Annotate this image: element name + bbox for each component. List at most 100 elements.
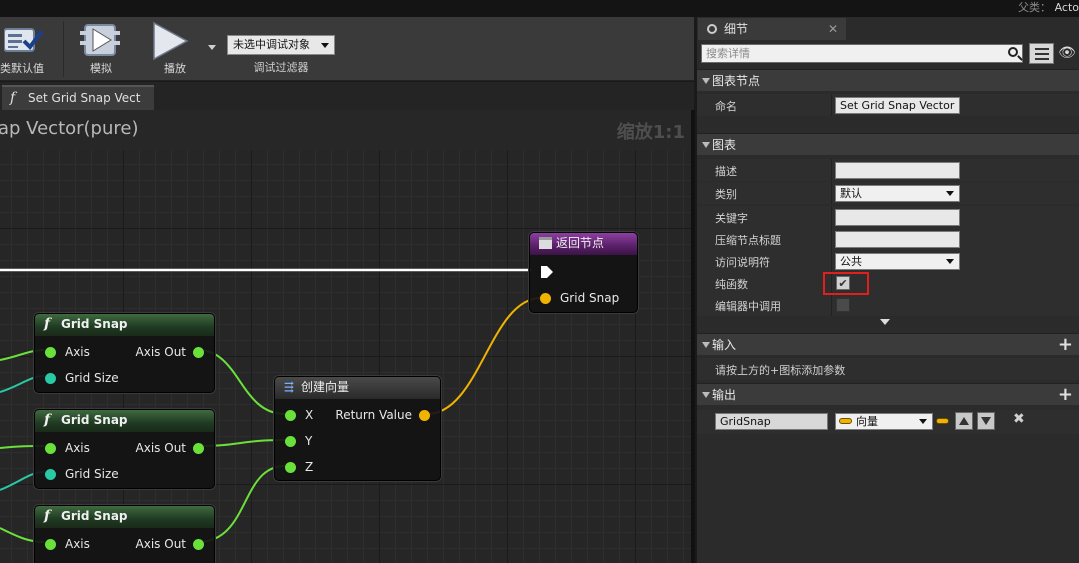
access-specifier-select[interactable]: 公共 (835, 253, 960, 270)
pin-x-label: X (305, 408, 314, 422)
graph-tab-bar: f Set Grid Snap Vect (0, 82, 694, 110)
exec-pin-icon (541, 266, 553, 278)
make-vector-pin-x[interactable]: X (285, 408, 313, 422)
graph-section-header[interactable]: 图表 (697, 133, 1079, 155)
grid-snap-title: Grid Snap (61, 413, 128, 427)
move-down-button[interactable] (977, 412, 995, 430)
return-node-title: 返回节点 (556, 236, 605, 250)
compact-title-label: 压缩节点标题 (715, 234, 781, 247)
grid-snap-axis-pin[interactable]: Axis (45, 345, 90, 359)
return-grid-snap-pin[interactable]: Grid Snap (540, 291, 619, 305)
tab-details[interactable]: 细节 ✕ (698, 18, 846, 40)
play-options-chevron-down-icon[interactable] (208, 45, 216, 50)
simulate-label: 模拟 (90, 62, 112, 75)
return-node-icon (539, 233, 552, 256)
inputs-section-header[interactable]: 输入 + (697, 333, 1079, 355)
grid-snap-size-pin[interactable]: Grid Size (45, 371, 119, 385)
grid-snap-axis-out-pin[interactable]: Axis Out (136, 345, 204, 359)
make-vector-pin-z[interactable]: Z (285, 460, 313, 474)
parent-class-label: 父类： Acto (1018, 0, 1079, 17)
chevron-down-icon (919, 419, 927, 424)
function-icon: f (44, 316, 51, 332)
outputs-section-label: 输出 (712, 388, 737, 402)
class-defaults-icon (4, 28, 44, 52)
return-grid-snap-label: Grid Snap (560, 291, 620, 305)
category-select[interactable]: 默认 (835, 185, 960, 202)
graph-node-section-header[interactable]: 图表节点 (697, 69, 1079, 91)
make-vector-header: ⇶ 创建向量 (275, 377, 440, 399)
add-output-button[interactable]: + (1058, 384, 1073, 406)
row-split (831, 294, 832, 316)
access-specifier-value: 公共 (840, 255, 862, 268)
call-in-editor-checkbox[interactable] (836, 298, 850, 312)
graph-scrollbar[interactable] (691, 110, 695, 563)
simulate-button[interactable]: 模拟 (72, 21, 130, 79)
grid-snap-axis-out-pin[interactable]: Axis Out (136, 441, 204, 455)
eye-icon[interactable]: 👁 (1057, 45, 1077, 61)
add-input-button[interactable]: + (1058, 334, 1073, 356)
grid-snap-axis-out-pin[interactable]: Axis Out (136, 537, 204, 551)
vector-pin-icon (419, 410, 430, 421)
close-icon[interactable]: ✕ (828, 18, 838, 40)
grid-snap-size-pin[interactable]: Grid Size (45, 467, 119, 481)
make-vector-return-pin[interactable]: Return Value (335, 408, 430, 422)
return-node-header: 返回节点 (530, 233, 637, 255)
return-node[interactable]: 返回节点 Grid Snap (529, 232, 638, 313)
make-vector-node[interactable]: ⇶ 创建向量 X Y Z Return Value (274, 376, 441, 481)
grid-snap-header: f Grid Snap (35, 314, 214, 336)
graph-title-bar: ap Vector(pure) 缩放1:1 (0, 110, 691, 150)
graph-title: ap Vector(pure) (0, 118, 139, 139)
grid-snap-axis-pin[interactable]: Axis (45, 537, 90, 551)
remove-output-button[interactable]: ✖ (1013, 411, 1025, 427)
pin-y-label: Y (305, 434, 313, 448)
int-pin-icon (45, 469, 56, 480)
float-pin-icon (45, 539, 56, 550)
class-defaults-button[interactable]: 类默认值 (0, 21, 50, 79)
grid-snap-node[interactable]: f Grid Snap Axis Axis Out (34, 505, 215, 563)
class-defaults-label: 类默认值 (0, 62, 44, 75)
pure-checkbox-highlight (823, 272, 869, 295)
zoom-label: 缩放1:1 (616, 122, 685, 143)
grid-snap-axis-pin[interactable]: Axis (45, 441, 90, 455)
details-panel: 细节 ✕ 搜索详情 👁 图表节点 命名 Set Grid Snap Vector… (697, 17, 1079, 563)
float-pin-icon (193, 347, 204, 358)
axis-out-label: Axis Out (135, 537, 186, 551)
view-options-button[interactable] (1029, 43, 1054, 64)
blueprint-graph-canvas[interactable]: ap Vector(pure) 缩放1:1 返回节点 Grid Snap ⇶ 创… (0, 110, 691, 563)
compact-title-field[interactable] (835, 231, 960, 248)
axis-out-label: Axis Out (135, 441, 186, 455)
float-pin-icon (285, 410, 296, 421)
details-search-input[interactable]: 搜索详情 (701, 44, 1023, 63)
play-icon (153, 21, 189, 61)
grid-snap-node[interactable]: f Grid Snap Axis Grid Size Axis Out (34, 313, 215, 393)
keywords-field[interactable] (835, 209, 960, 226)
container-type-icon[interactable] (936, 418, 949, 424)
tab-set-grid-snap-vector[interactable]: f Set Grid Snap Vect (2, 85, 154, 110)
graph-section-label: 图表 (712, 138, 737, 152)
return-exec-pin[interactable] (540, 265, 554, 282)
collapse-arrow-icon (702, 78, 710, 84)
row-split (831, 182, 832, 204)
grid-snap-node[interactable]: f Grid Snap Axis Grid Size Axis Out (34, 409, 215, 489)
parent-class-value[interactable]: Acto (1055, 1, 1079, 14)
chevron-down-icon (946, 259, 954, 264)
title-strip: 父类： Acto (0, 0, 1079, 17)
description-row: 描述 (697, 159, 1079, 181)
output-name-field[interactable]: GridSnap (715, 413, 828, 430)
advanced-expander[interactable] (697, 316, 1079, 329)
make-vector-pin-y[interactable]: Y (285, 434, 312, 448)
name-field[interactable]: Set Grid Snap Vector (835, 97, 960, 114)
make-vector-title: 创建向量 (301, 380, 350, 394)
row-split (831, 228, 832, 250)
debug-object-select[interactable]: 未选中调试对象 (227, 35, 335, 55)
output-type-select[interactable]: 向量 (835, 413, 933, 430)
move-up-button[interactable] (955, 412, 973, 430)
outputs-section-header[interactable]: 输出 + (697, 383, 1079, 405)
float-pin-icon (193, 539, 204, 550)
description-field[interactable] (835, 162, 960, 179)
play-button[interactable]: 播放 (145, 21, 205, 79)
call-in-editor-label: 编辑器中调用 (715, 300, 781, 313)
collapse-arrow-icon (702, 142, 710, 148)
make-struct-icon: ⇶ (284, 380, 295, 394)
vector-type-icon (839, 418, 852, 424)
